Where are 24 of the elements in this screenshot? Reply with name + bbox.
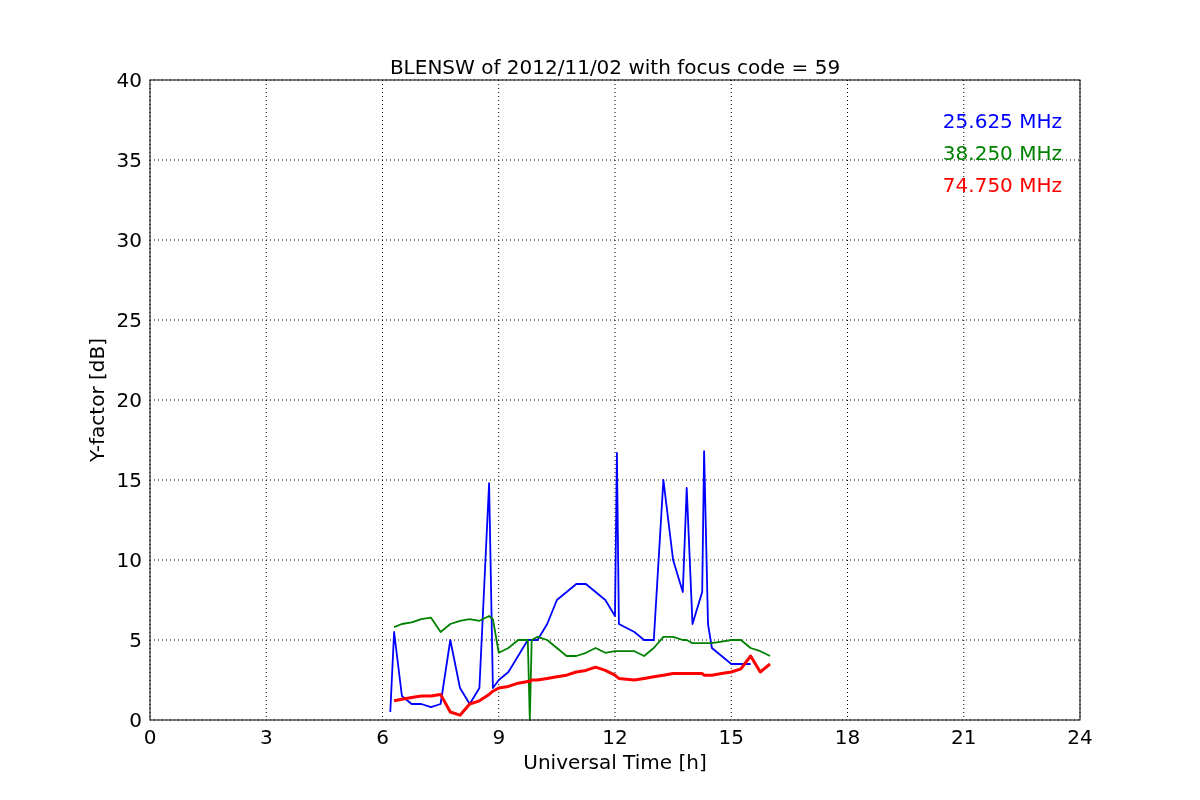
y-tick-label: 30 xyxy=(116,228,142,252)
legend-label: 74.750 MHz xyxy=(942,173,1062,197)
x-tick-label: 24 xyxy=(1067,725,1093,749)
x-tick-label: 3 xyxy=(259,725,273,749)
x-tick-label: 15 xyxy=(718,725,744,749)
legend-label: 38.250 MHz xyxy=(942,141,1062,165)
x-axis-label: Universal Time [h] xyxy=(523,750,707,774)
x-tick-label: 6 xyxy=(376,725,389,749)
x-tick-label: 21 xyxy=(951,725,977,749)
y-axis-label: Y-factor [dB] xyxy=(85,338,109,462)
x-tick-label: 12 xyxy=(602,725,628,749)
y-tick-label: 5 xyxy=(129,628,142,652)
y-tick-label: 40 xyxy=(116,68,142,92)
y-tick-label: 10 xyxy=(116,548,142,572)
x-tick-label: 18 xyxy=(834,725,861,749)
y-tick-label: 0 xyxy=(129,708,142,732)
y-tick-label: 15 xyxy=(116,468,142,492)
y-tick-label: 20 xyxy=(116,388,142,412)
y-tick-label: 25 xyxy=(116,308,142,332)
y-tick-label: 35 xyxy=(116,148,142,172)
chart-title: BLENSW of 2012/11/02 with focus code = 59 xyxy=(389,55,841,79)
x-tick-label: 9 xyxy=(492,725,506,749)
x-tick-label: 0 xyxy=(143,725,157,749)
legend-label: 25.625 MHz xyxy=(942,109,1062,133)
